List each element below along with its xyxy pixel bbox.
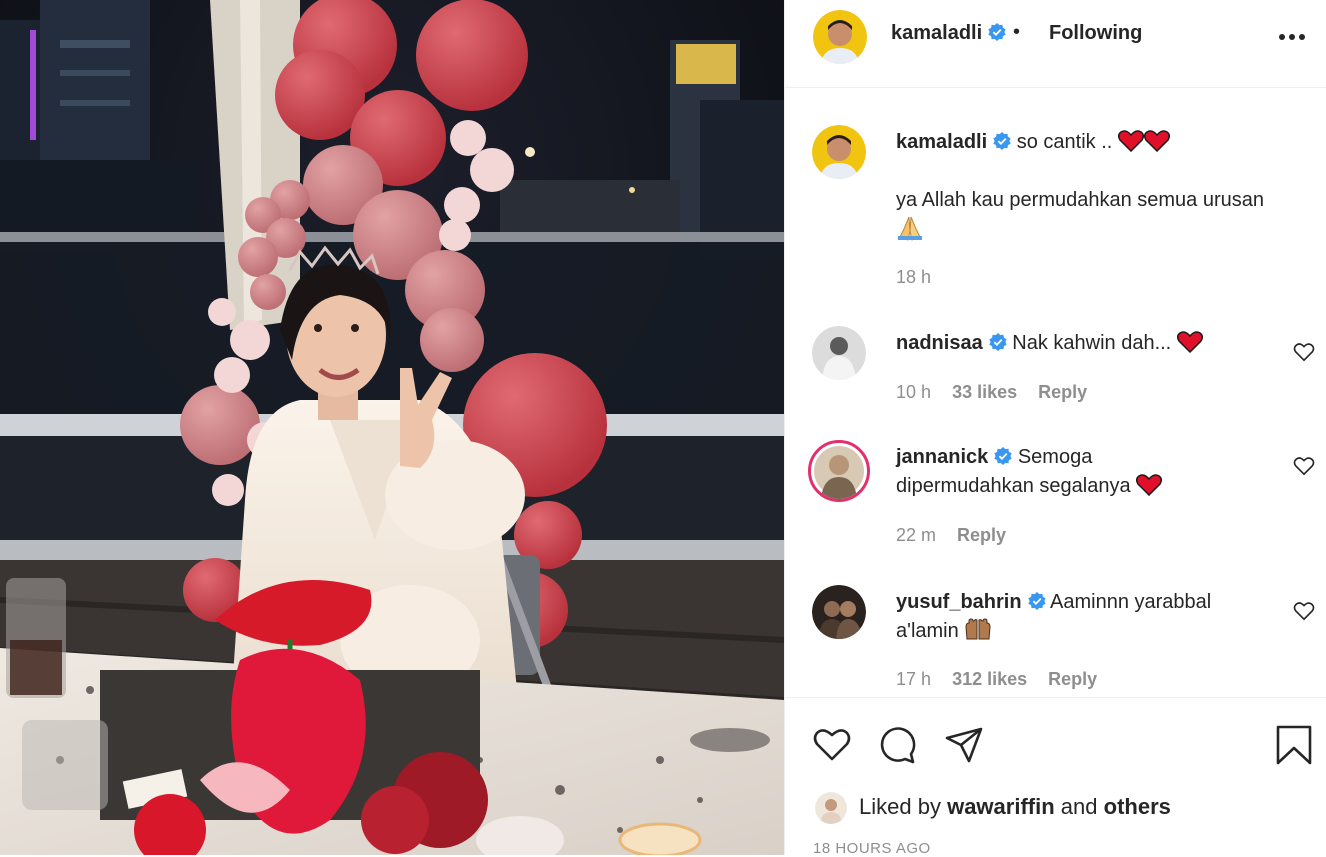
verified-badge-icon	[988, 23, 1006, 41]
comment-body-part-1: Semoga	[1017, 446, 1093, 468]
praying-hands-emoji-icon	[898, 216, 922, 241]
heart-outline-icon[interactable]	[811, 724, 853, 766]
comment-like-heart-icon[interactable]	[1293, 601, 1315, 621]
red-heart-emoji-icon	[1117, 130, 1144, 152]
author-avatar[interactable]	[813, 10, 867, 64]
caption-author-avatar[interactable]	[812, 125, 866, 179]
comment-bubble-icon[interactable]	[877, 724, 919, 766]
comment-username[interactable]: yusuf_bahrin	[896, 591, 1022, 613]
verified-badge-icon	[994, 447, 1012, 465]
comment-likes[interactable]: 33 likes	[952, 382, 1017, 402]
post-actions: Liked by wawariffin and others 18 HOURS …	[785, 697, 1326, 857]
caption-meta: 18 h	[896, 267, 947, 288]
author-username[interactable]: kamaladli	[891, 22, 1006, 45]
comment-time[interactable]: 10 h	[896, 382, 931, 402]
avatar-portrait-icon	[815, 792, 847, 824]
bookmark-icon[interactable]	[1273, 724, 1315, 766]
comment-text: yusuf_bahrin Aaminnn yarabbal a'lamin	[896, 588, 1314, 646]
commenter-avatar[interactable]	[812, 585, 866, 639]
comment-body-part-1: Aaminnn yarabbal	[1050, 591, 1212, 613]
caption-line-2: ya Allah kau permudahkan semua urusan	[896, 189, 1265, 211]
author-username-text[interactable]: kamaladli	[891, 22, 982, 44]
comment-reply-button[interactable]: Reply	[957, 525, 1006, 545]
raised-hands-emoji-icon	[965, 618, 991, 640]
comment-body-part-2: a'lamin	[896, 620, 959, 642]
instagram-post-view: kamaladli • Following kamaladli so canti…	[0, 0, 1326, 857]
following-button[interactable]: Following	[1049, 22, 1142, 45]
comment-username[interactable]: jannanick	[896, 446, 988, 468]
comment-likes[interactable]: 312 likes	[952, 669, 1027, 689]
commenter-avatar[interactable]	[812, 326, 866, 380]
red-heart-emoji-icon	[1143, 130, 1170, 152]
post-photo[interactable]	[0, 0, 784, 855]
comment-meta: 22 m Reply	[896, 525, 1022, 546]
avatar-portrait-icon	[814, 446, 864, 499]
avatar-portrait-icon	[812, 326, 866, 380]
comment-like-heart-icon[interactable]	[1293, 342, 1315, 362]
liked-by-summary: Liked by wawariffin and others	[859, 794, 1171, 820]
comment-time[interactable]: 17 h	[896, 669, 931, 689]
comment-reply-button[interactable]: Reply	[1038, 382, 1087, 402]
avatar-portrait-icon	[813, 10, 867, 64]
post-photo-illustration	[0, 0, 784, 855]
post-side-panel: kamaladli • Following kamaladli so canti…	[784, 0, 1326, 857]
caption-username[interactable]: kamaladli	[896, 131, 987, 153]
liker-avatar[interactable]	[815, 792, 847, 824]
post-timestamp[interactable]: 18 HOURS AGO	[813, 840, 931, 857]
avatar-portrait-icon	[812, 125, 866, 179]
commenter-avatar-story-ring[interactable]	[808, 440, 870, 502]
comment-text: nadnisaa Nak kahwin dah...	[896, 329, 1314, 358]
verified-badge-icon	[989, 333, 1007, 351]
red-heart-emoji-icon	[1136, 474, 1163, 496]
paper-plane-icon[interactable]	[943, 724, 985, 766]
comment-body: Nak kahwin dah...	[1012, 332, 1172, 354]
header-separator: •	[1013, 21, 1021, 43]
comment-text: jannanick Semoga dipermudahkan segalanya	[896, 443, 1314, 501]
comment-like-heart-icon[interactable]	[1293, 456, 1315, 476]
caption-time[interactable]: 18 h	[896, 267, 931, 287]
comment-meta: 17 h 312 likes Reply	[896, 669, 1113, 690]
red-heart-emoji-icon	[1176, 331, 1203, 353]
liked-by-user[interactable]: wawariffin	[947, 794, 1055, 819]
verified-badge-icon	[993, 132, 1011, 150]
comment-reply-button[interactable]: Reply	[1048, 669, 1097, 689]
more-options-icon[interactable]	[1277, 24, 1307, 50]
liked-by-others[interactable]: others	[1104, 794, 1171, 819]
comment-meta: 10 h 33 likes Reply	[896, 382, 1103, 403]
comment-body-part-2: dipermudahkan segalanya	[896, 475, 1131, 497]
caption-text: kamaladli so cantik .. ya Allah kau perm…	[896, 128, 1314, 246]
comment-username[interactable]: nadnisaa	[896, 332, 983, 354]
post-header: kamaladli • Following	[785, 0, 1326, 88]
comment-time[interactable]: 22 m	[896, 525, 936, 545]
caption-line-1: so cantik ..	[1016, 131, 1113, 153]
liked-by-and: and	[1060, 794, 1098, 819]
verified-badge-icon	[1027, 592, 1046, 610]
avatar-portrait-icon	[812, 585, 866, 639]
liked-by-prefix: Liked by	[859, 794, 941, 819]
